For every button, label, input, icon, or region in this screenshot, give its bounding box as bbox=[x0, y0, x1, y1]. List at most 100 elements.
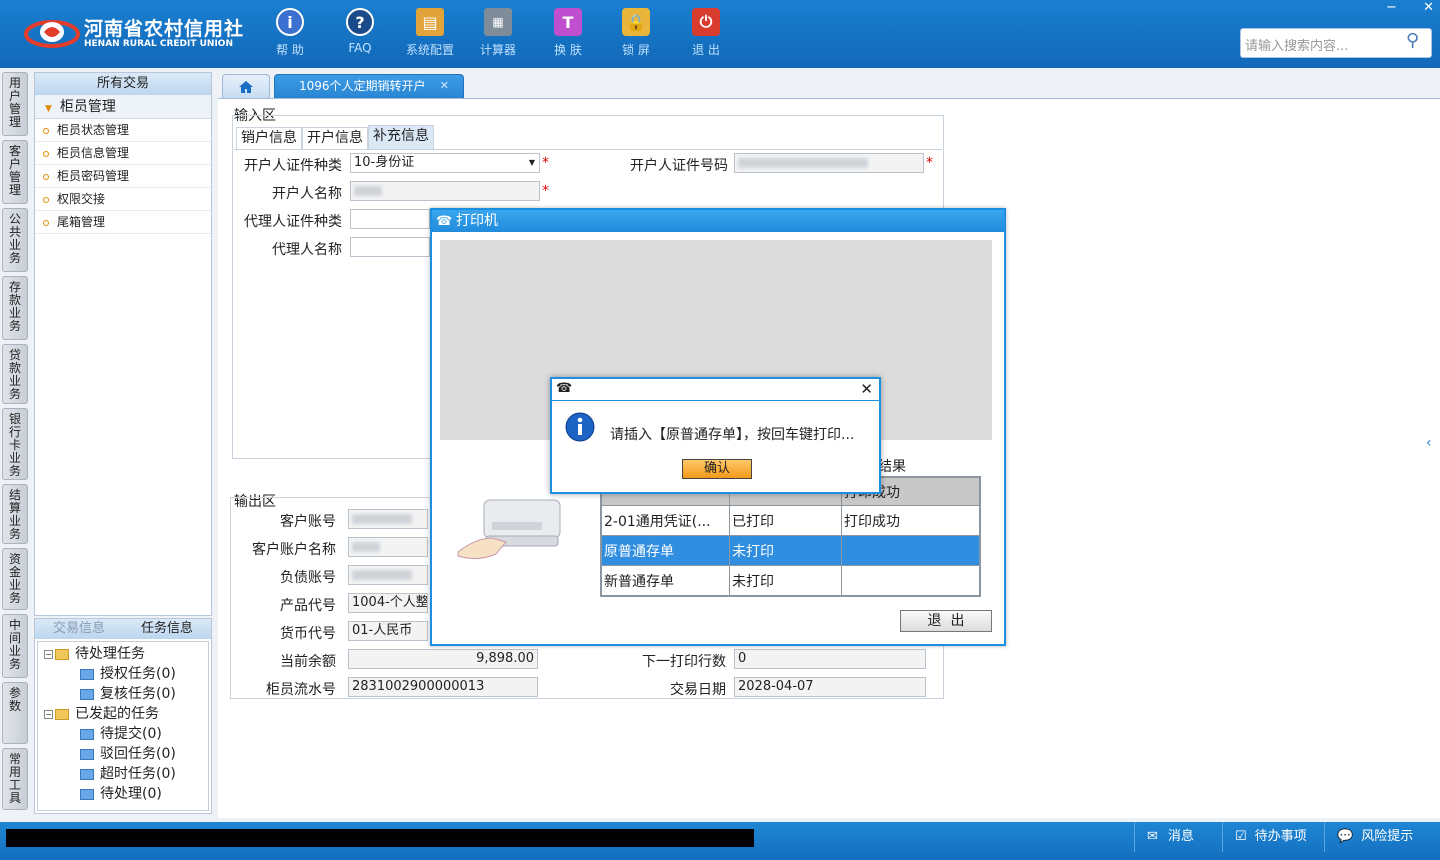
voucher-cell: 2-01通用凭证(... bbox=[601, 505, 730, 536]
task-panel: 交易信息 任务信息 − 待处理任务 授权任务(0) 复核任务(0) − 已发起的任务… bbox=[34, 618, 212, 814]
close-icon[interactable]: ✕ bbox=[1423, 0, 1434, 15]
liability-account-label: 负债账号 bbox=[280, 570, 336, 586]
menu-item-permission-handover[interactable]: 权限交接 bbox=[35, 188, 211, 211]
agent-id-type-select[interactable] bbox=[350, 209, 430, 229]
side-tab-tools[interactable]: 常用工具 bbox=[2, 748, 28, 810]
printer-dialog-title: ☎ 打印机 bbox=[432, 210, 1004, 232]
side-tab-deposit[interactable]: 存款业务 bbox=[2, 276, 28, 340]
printer-illustration-icon bbox=[457, 499, 561, 560]
folder-icon bbox=[55, 648, 69, 660]
calculator-button[interactable]: ▦ 计算器 bbox=[468, 8, 528, 62]
table-row[interactable]: 2-01通用凭证(... 已打印 打印成功 bbox=[601, 505, 980, 536]
tree-node-pending[interactable]: − 待处理任务 bbox=[44, 644, 208, 664]
subtab-open-info[interactable]: 开户信息 bbox=[302, 127, 368, 149]
teller-management-group[interactable]: ▼ 柜员管理 bbox=[35, 95, 211, 119]
skin-label: 换 肤 bbox=[554, 43, 582, 57]
voucher-cell: 新普通存单 bbox=[601, 565, 730, 596]
system-config-button[interactable]: ▤ 系统配置 bbox=[400, 8, 460, 62]
id-type-select[interactable]: 10-身份证 ▼ bbox=[350, 153, 540, 173]
lock-screen-button[interactable]: 🔒 锁 屏 bbox=[606, 8, 666, 62]
tree-node-timeout[interactable]: 超时任务(0) bbox=[44, 764, 208, 784]
tree-node-label: 待提交(0) bbox=[100, 726, 162, 742]
exit-label: 退 出 bbox=[692, 43, 720, 57]
tab-task-info[interactable]: 任务信息 bbox=[123, 619, 211, 639]
result-label: 结果 bbox=[878, 459, 906, 475]
folder-icon bbox=[80, 788, 94, 800]
system-config-label: 系统配置 bbox=[405, 43, 454, 57]
bullet-icon bbox=[43, 173, 49, 180]
holder-name-label: 开户人名称 bbox=[272, 186, 342, 202]
blurred-value bbox=[352, 541, 380, 552]
id-type-label: 开户人证件种类 bbox=[244, 158, 342, 174]
help-button[interactable]: i 帮 助 bbox=[260, 8, 320, 62]
tree-node-to-process[interactable]: 待处理(0) bbox=[44, 784, 208, 804]
tab-transaction-info[interactable]: 交易信息 bbox=[35, 619, 123, 639]
page-tab-bar: 1096个人定期销转开户 ✕ bbox=[218, 72, 1440, 98]
side-tab-customer[interactable]: 客户管理 bbox=[2, 140, 28, 204]
tree-node-to-submit[interactable]: 待提交(0) bbox=[44, 724, 208, 744]
folder-icon bbox=[80, 688, 94, 700]
checkbox-icon: ☑ bbox=[1235, 829, 1247, 844]
search-input[interactable]: 请输入搜索内容... bbox=[1240, 28, 1432, 58]
folder-icon bbox=[55, 708, 69, 720]
menu-item-teller-password[interactable]: 柜员密码管理 bbox=[35, 165, 211, 188]
table-row[interactable]: 新普通存单 未打印 bbox=[601, 565, 980, 596]
collapse-icon[interactable]: − bbox=[44, 649, 53, 659]
side-tab-intermediary[interactable]: 中间业务 bbox=[2, 614, 28, 678]
menu-item-label: 权限交接 bbox=[57, 192, 106, 206]
collapse-icon[interactable]: − bbox=[44, 709, 53, 719]
collapse-panel-icon[interactable]: ‹ bbox=[1426, 435, 1432, 451]
close-icon[interactable]: ✕ bbox=[860, 380, 873, 398]
id-number-field[interactable] bbox=[734, 153, 924, 173]
holder-name-field[interactable] bbox=[350, 181, 540, 201]
faq-label: FAQ bbox=[348, 41, 372, 55]
balance-field: 9,898.00 bbox=[348, 649, 538, 669]
side-tab-public[interactable]: 公共业务 bbox=[2, 208, 28, 272]
blurred-value bbox=[352, 569, 412, 580]
side-tab-loan[interactable]: 贷款业务 bbox=[2, 344, 28, 404]
trade-date-field: 2028-04-07 bbox=[734, 677, 926, 697]
risk-alert-button[interactable]: 💬 风险提示 bbox=[1324, 822, 1434, 852]
tree-node-auth-task[interactable]: 授权任务(0) bbox=[44, 664, 208, 684]
search-icon[interactable]: ⚲ bbox=[1406, 30, 1419, 51]
close-tab-icon[interactable]: ✕ bbox=[440, 75, 449, 97]
task-tree: − 待处理任务 授权任务(0) 复核任务(0) − 已发起的任务 待提交(0) 驳回… bbox=[37, 641, 209, 811]
todo-button[interactable]: ☑ 待办事项 bbox=[1222, 822, 1324, 852]
subtab-supplement-info[interactable]: 补充信息 bbox=[368, 125, 434, 149]
config-icon: ▤ bbox=[416, 8, 444, 36]
agent-name-field[interactable] bbox=[350, 237, 430, 257]
skin-icon: T bbox=[554, 8, 582, 36]
tree-node-rejected[interactable]: 驳回任务(0) bbox=[44, 744, 208, 764]
side-tab-params[interactable]: 参数 bbox=[2, 682, 28, 744]
side-tab-funds[interactable]: 资金业务 bbox=[2, 548, 28, 610]
tree-node-review-task[interactable]: 复核任务(0) bbox=[44, 684, 208, 704]
blurred-value bbox=[738, 157, 868, 168]
customer-account-label: 客户账号 bbox=[280, 514, 336, 530]
exit-button[interactable]: ⏻ 退 出 bbox=[676, 8, 736, 62]
customer-account-name-field bbox=[348, 537, 428, 557]
subtab-close-info[interactable]: 销户信息 bbox=[236, 127, 302, 149]
agent-id-type-label: 代理人证件种类 bbox=[244, 214, 342, 230]
tab-1096[interactable]: 1096个人定期销转开户 ✕ bbox=[274, 74, 464, 98]
confirm-button[interactable]: 确认 bbox=[682, 459, 752, 479]
printer-exit-button[interactable]: 退 出 bbox=[900, 610, 992, 632]
faq-button[interactable]: ? FAQ bbox=[330, 8, 390, 62]
agent-name-label: 代理人名称 bbox=[272, 242, 342, 258]
skin-button[interactable]: T 换 肤 bbox=[538, 8, 598, 62]
menu-item-label: 柜员状态管理 bbox=[57, 123, 130, 137]
side-tab-user[interactable]: 用户管理 bbox=[2, 72, 28, 136]
minimize-icon[interactable]: − bbox=[1386, 0, 1397, 15]
menu-item-tail-box[interactable]: 尾箱管理 bbox=[35, 211, 211, 234]
tree-node-initiated[interactable]: − 已发起的任务 bbox=[44, 704, 208, 724]
menu-item-teller-info[interactable]: 柜员信息管理 bbox=[35, 142, 211, 165]
table-row-selected[interactable]: 原普通存单 未打印 bbox=[601, 535, 980, 566]
messages-button[interactable]: ✉ 消息 bbox=[1134, 822, 1224, 852]
required-mark: * bbox=[542, 183, 549, 199]
side-tab-settlement[interactable]: 结算业务 bbox=[2, 484, 28, 544]
tree-node-label: 待处理(0) bbox=[100, 786, 162, 802]
menu-item-teller-status[interactable]: 柜员状态管理 bbox=[35, 119, 211, 142]
dropdown-arrow-icon: ▼ bbox=[528, 158, 535, 167]
logo: 河南省农村信用社 HENAN RURAL CREDIT UNION bbox=[24, 12, 243, 54]
tab-home[interactable] bbox=[222, 74, 270, 98]
side-tab-card[interactable]: 银行卡业务 bbox=[2, 408, 28, 480]
